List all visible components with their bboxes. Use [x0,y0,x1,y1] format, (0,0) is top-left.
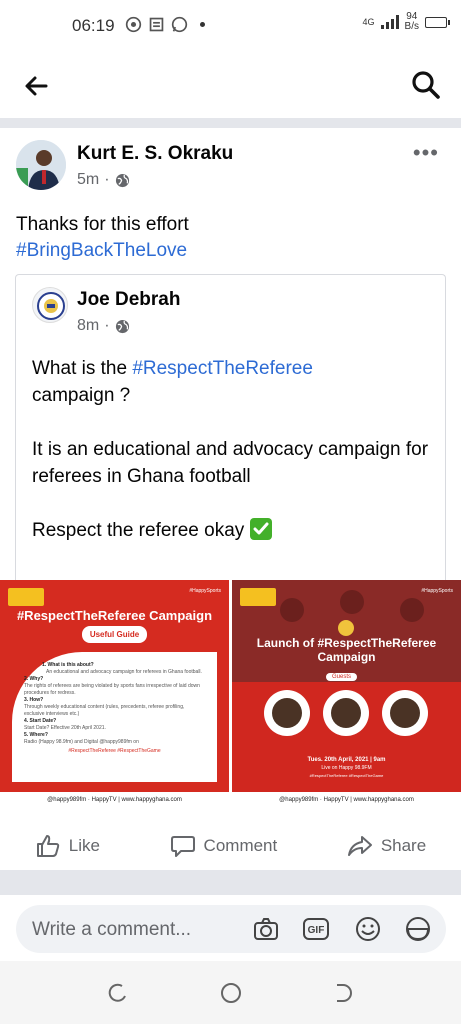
like-label: Like [68,836,100,855]
post-time[interactable]: 5m [77,171,99,189]
shared-author-avatar[interactable] [32,287,68,323]
shared-answer: It is an educational and advocacy campai… [32,439,429,487]
share-label: Share [380,836,427,855]
post-actions: Like Comment Share [0,826,461,866]
home-icon[interactable] [219,981,243,1005]
post-images: #HappySports #RespectTheReferee Campaign… [0,580,461,814]
shared-closing: Respect the referee okay [32,517,437,544]
players-background [280,590,424,636]
author-photo [16,140,66,190]
guest-photo [323,690,369,736]
shared-question: What is the #RespectTheReferee campaign ? [32,358,313,406]
thumbs-up-icon [36,835,60,857]
comment-placeholder: Write a comment... [32,919,192,940]
svg-text:GIF: GIF [308,925,325,936]
happy-fm-logo [8,588,44,606]
status-time: 06:19 [72,16,115,35]
network-speed: 94 B/s [404,11,419,32]
notification-icons [125,16,205,33]
camera-icon[interactable] [252,915,280,943]
guest-photo [382,690,428,736]
system-nav-bar [0,961,461,1024]
globe-icon [115,173,129,187]
back-nav-icon[interactable] [331,981,355,1005]
battery-icon [425,16,450,28]
comment-label: Comment [203,836,278,855]
app-header [0,52,461,118]
comment-input[interactable]: Write a comment... GIF [16,905,446,953]
post-body: Thanks for this effort [16,214,189,235]
status-bar: 06:19 4G 94 B/s [0,0,461,52]
author-name[interactable]: Kurt E. S. Okraku [77,143,233,165]
guest-photo [264,690,310,736]
more-notifications-dot [200,22,205,27]
shared-hashtag[interactable]: #RespectTheReferee [132,358,313,379]
post-text: Thanks for this effort #BringBackTheLove [16,212,189,264]
more-options-icon[interactable]: ••• [413,142,439,164]
post-hashtag[interactable]: #BringBackTheLove [16,238,189,264]
back-arrow-icon[interactable] [22,72,50,100]
comment-icon [170,836,195,857]
status-right: 4G 94 B/s [362,11,450,32]
chrome-icon [125,16,142,33]
launch-title: Launch of #RespectTheReferee Campaign [256,636,437,664]
shared-author-logo [37,292,65,320]
news-icon [149,17,164,32]
guide-subtitle: Useful Guide [81,626,148,643]
campaign-guide-image[interactable]: #HappySports #RespectTheReferee Campaign… [0,580,229,808]
shared-post-meta: 8m · [77,317,130,335]
comment-bar: Write a comment... GIF [0,895,461,961]
post-meta: 5m · [77,171,130,189]
post-card: Kurt E. S. Okraku 5m · ••• Thanks for th… [0,128,461,870]
guide-title: #RespectTheReferee Campaign Useful Guide [0,608,229,643]
guide-content: 1. What is this about? An educational an… [12,652,217,782]
guests-label: Guests [326,673,358,681]
shared-author-name[interactable]: Joe Debrah [77,289,180,311]
recent-apps-icon[interactable] [106,981,130,1005]
emoji-icon[interactable] [354,915,382,943]
gif-icon[interactable]: GIF [302,915,330,943]
meta-separator: · [104,317,110,334]
like-button[interactable]: Like [35,833,100,859]
share-button[interactable]: Share [347,833,426,859]
sticker-icon[interactable] [404,915,432,943]
share-icon [347,836,372,856]
globe-icon [115,319,129,333]
shared-post-time[interactable]: 8m [77,317,99,335]
campaign-launch-image[interactable]: #HappySports Launch of #RespectTheRefere… [232,580,461,808]
search-icon[interactable] [411,70,441,100]
network-type: 4G [362,16,375,27]
shared-post-text: What is the #RespectTheReferee campaign ?… [32,355,437,571]
image-footer: @happy989fm · HappyTV | www.happyghana.c… [0,792,229,808]
image-footer: @happy989fm · HappyTV | www.happyghana.c… [232,792,461,808]
whatsapp-icon [171,16,188,33]
check-mark-emoji [249,518,272,540]
image-brand-label: #HappySports [189,588,221,594]
meta-separator: · [104,171,110,188]
author-avatar[interactable] [16,140,66,190]
guests-panel: Guests Tues. 20th April, 2021 | 9am Live… [232,673,461,792]
comment-button[interactable]: Comment [170,833,278,859]
launch-date: Tues. 20th April, 2021 | 9am Live on Hap… [307,757,386,778]
signal-icon [380,15,399,29]
